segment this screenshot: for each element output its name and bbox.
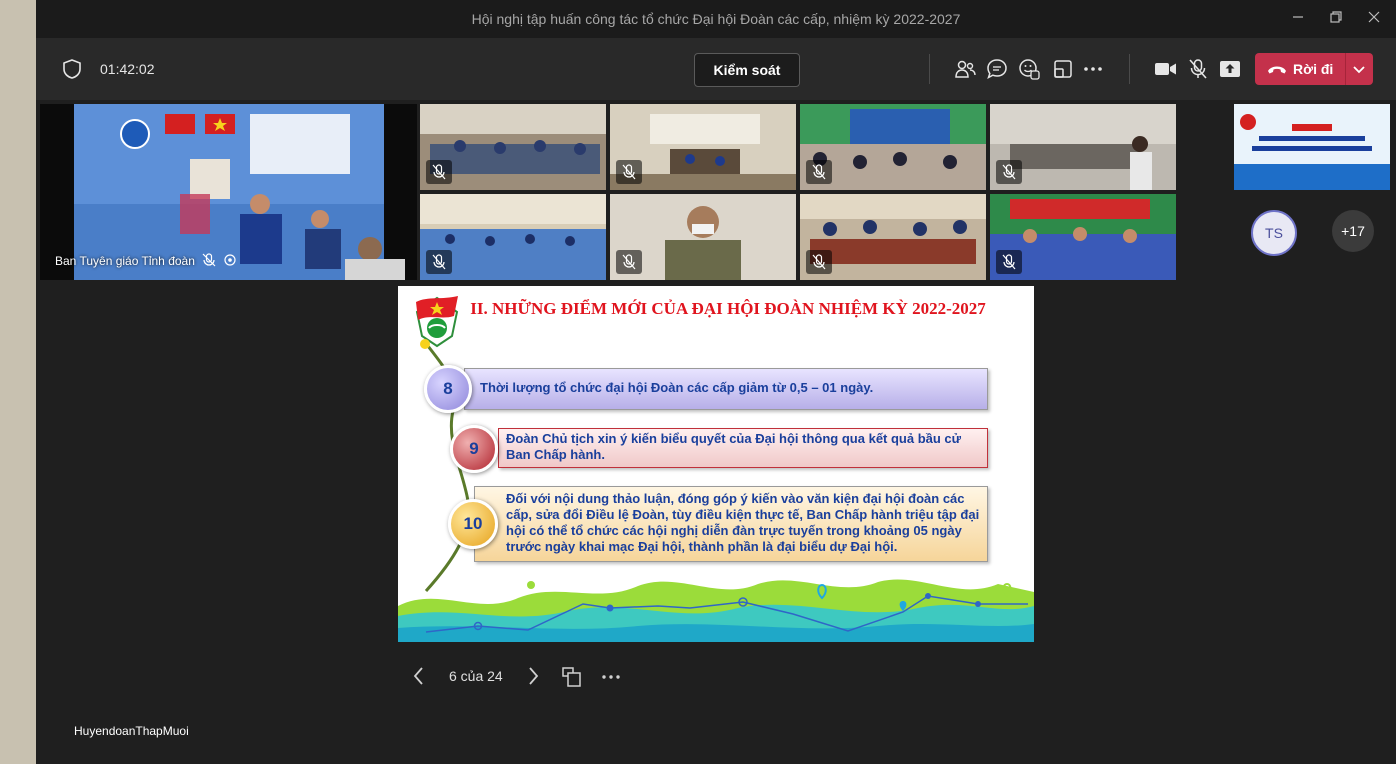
mic-muted-icon (426, 250, 452, 274)
window-title: Hội nghị tập huấn công tác tổ chức Đại h… (471, 11, 961, 27)
control-button[interactable]: Kiểm soát (694, 53, 800, 87)
slide-item-8-text: Thời lượng tổ chức đại hội Đoàn các cấp … (480, 380, 874, 395)
minimize-button[interactable] (1287, 8, 1309, 30)
slide-item-9-number: 9 (450, 425, 498, 473)
meeting-toolbar: 01:42:02 Kiểm soát Rời đi (36, 38, 1396, 100)
camera-icon[interactable] (1154, 58, 1176, 80)
mic-muted-icon[interactable] (1187, 58, 1209, 80)
main-speaker-video[interactable]: Ban Tuyên giáo Tỉnh đoàn (40, 104, 417, 280)
meeting-window: Hội nghị tập huấn công tác tổ chức Đại h… (36, 0, 1396, 764)
shared-slide: II. NHỮNG ĐIỂM MỚI CỦA ĐẠI HỘI ĐOÀN NHIỆ… (398, 286, 1034, 642)
participant-video-6[interactable] (610, 194, 796, 280)
mic-muted-icon (426, 160, 452, 184)
restore-button[interactable] (1325, 8, 1347, 30)
chevron-down-icon[interactable] (1352, 63, 1366, 81)
presenter-name: HuyendoanThapMuoi (74, 724, 189, 738)
overflow-participants-button[interactable]: +17 (1332, 210, 1374, 252)
slide-more-options-button[interactable] (601, 666, 623, 693)
participant-video-2[interactable] (610, 104, 796, 190)
mic-muted-icon (616, 160, 642, 184)
chevron-left-icon (413, 667, 423, 685)
slide-item-10-text: Đối với nội dung thảo luận, đóng góp ý k… (506, 491, 980, 554)
slide-page-counter: 6 của 24 (449, 668, 503, 684)
more-icon (602, 675, 620, 679)
chat-icon[interactable] (986, 58, 1008, 80)
participant-video-5[interactable] (420, 194, 606, 280)
close-button[interactable] (1363, 8, 1385, 30)
mic-muted-icon (996, 160, 1022, 184)
previous-slide-button[interactable] (412, 664, 426, 693)
participant-video-8[interactable] (990, 194, 1176, 280)
more-icon[interactable] (1082, 58, 1104, 80)
shield-icon[interactable] (62, 58, 82, 85)
reactions-icon[interactable] (1018, 58, 1040, 80)
share-icon[interactable] (1219, 58, 1241, 80)
leave-button[interactable]: Rời đi (1255, 53, 1373, 85)
close-icon (1368, 11, 1380, 23)
mic-muted-icon (202, 253, 216, 272)
restore-icon (1330, 11, 1342, 23)
participant-video-7[interactable] (800, 194, 986, 280)
minimize-icon (1293, 16, 1303, 18)
people-icon[interactable] (954, 58, 976, 80)
leave-label: Rời đi (1293, 61, 1334, 77)
main-speaker-name: Ban Tuyên giáo Tỉnh đoàn (55, 254, 195, 268)
desktop-edge (0, 0, 36, 764)
participant-video-3[interactable] (800, 104, 986, 190)
chevron-right-icon (529, 667, 539, 685)
pin-icon[interactable] (223, 253, 237, 272)
slide-item-10-number: 10 (448, 499, 498, 549)
meeting-timer: 01:42:02 (100, 61, 155, 77)
content-thumbnail[interactable] (1234, 104, 1390, 190)
title-bar: Hội nghị tập huấn công tác tổ chức Đại h… (36, 0, 1396, 38)
slide-grid-button[interactable] (562, 666, 582, 693)
participant-video-4[interactable] (990, 104, 1176, 190)
slides-icon (562, 667, 581, 687)
mic-muted-icon (616, 250, 642, 274)
slide-item-9-text: Đoàn Chủ tịch xin ý kiến biểu quyết của … (506, 431, 962, 462)
toolbar-divider (1129, 54, 1130, 84)
mic-muted-icon (996, 250, 1022, 274)
participant-video-1[interactable] (420, 104, 606, 190)
avatar[interactable]: TS (1251, 210, 1297, 256)
phone-icon (1266, 62, 1288, 81)
leave-divider (1345, 53, 1346, 85)
toolbar-divider (929, 54, 930, 84)
mic-muted-icon (806, 250, 832, 274)
slide-item-8-number: 8 (424, 365, 472, 413)
rooms-icon[interactable] (1052, 58, 1074, 80)
next-slide-button[interactable] (526, 664, 540, 693)
mic-muted-icon (806, 160, 832, 184)
